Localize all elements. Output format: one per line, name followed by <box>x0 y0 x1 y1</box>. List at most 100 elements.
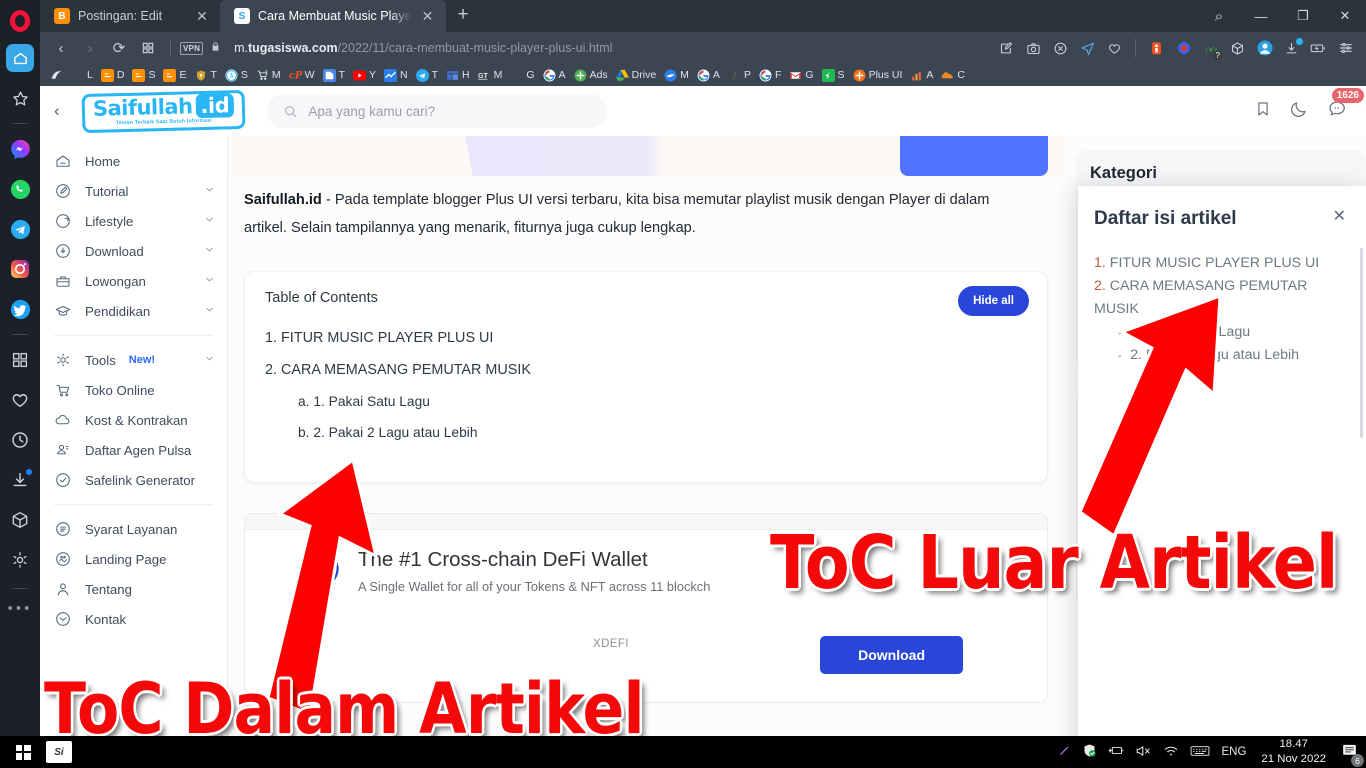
toc-card-item[interactable]: a. 1. Pakai Satu Lagu <box>298 394 1027 409</box>
address-bar[interactable]: m.tugasiswa.com/2022/11/cara-membuat-mus… <box>234 41 612 55</box>
sidebar-item-tools[interactable]: Tools New! <box>40 345 227 375</box>
tile-view-icon[interactable] <box>135 35 161 61</box>
toc-panel-item[interactable]: 1. FITUR MUSIC PLAYER PLUS UI <box>1094 252 1348 275</box>
volume-muted-icon[interactable] <box>1135 744 1152 761</box>
battery-saver-icon[interactable] <box>1306 36 1331 61</box>
close-icon[interactable]: ✕ <box>1333 206 1346 226</box>
pen-purple-icon[interactable] <box>1057 744 1071 761</box>
chevron-down-icon[interactable] <box>204 184 215 198</box>
sidebar-item-syarat-layanan[interactable]: Syarat Layanan <box>40 514 227 544</box>
hide-all-button[interactable]: Hide all <box>958 285 1029 316</box>
tab-cara-membuat-music-player[interactable]: S Cara Membuat Music Playe ✕ <box>220 0 446 32</box>
dock-item-favorites[interactable] <box>0 78 40 118</box>
ad-download-button[interactable]: Download <box>820 635 963 674</box>
close-window-button[interactable]: ✕ <box>1324 0 1366 32</box>
bookmark-item[interactable]: L <box>67 64 97 86</box>
dock-item-apps[interactable] <box>0 340 40 380</box>
wifi-icon[interactable] <box>1163 744 1179 761</box>
bookmark-item[interactable]: F <box>755 64 785 86</box>
minimize-button[interactable]: — <box>1240 0 1282 32</box>
dock-item-history[interactable] <box>0 420 40 460</box>
edit-page-icon[interactable] <box>994 36 1019 61</box>
toc-card-item[interactable]: b. 2. Pakai 2 Lagu atau Lebih <box>298 425 1027 440</box>
site-logo[interactable]: Saifullah .id Teman Terbaik Saat Butuh In… <box>81 89 246 133</box>
bookmark-item[interactable]: T <box>190 64 220 86</box>
dock-item-home[interactable] <box>0 38 40 78</box>
search-tabs-icon[interactable]: ⌕ <box>1198 0 1240 32</box>
notifications-icon[interactable]: 6 <box>1341 743 1364 767</box>
extension-record-icon[interactable] <box>1171 36 1196 61</box>
windows-security-icon[interactable] <box>1082 743 1097 761</box>
back-button[interactable]: ‹ <box>48 35 74 61</box>
profile-avatar-icon[interactable] <box>1252 36 1277 61</box>
sidebar-item-download[interactable]: Download <box>40 236 227 266</box>
chevron-down-icon[interactable] <box>204 304 215 318</box>
extension-download-help-icon[interactable]: ? <box>1198 36 1223 61</box>
bookmark-item[interactable]: Plus UI <box>849 64 907 86</box>
tab-postingan-edit[interactable]: B Postingan: Edit ✕ <box>40 0 220 32</box>
reload-button[interactable]: ⟳ <box>106 35 132 61</box>
bookmark-item[interactable]: S <box>818 64 849 86</box>
vpn-badge[interactable]: VPN <box>180 41 204 55</box>
sidebar-item-daftar-agen-pulsa[interactable]: Daftar Agen Pulsa <box>40 435 227 465</box>
bookmark-item[interactable]: P <box>724 64 755 86</box>
bookmark-item[interactable]: D <box>97 64 129 86</box>
sidebar-item-lowongan[interactable]: Lowongan <box>40 266 227 296</box>
sidebar-item-safelink-generator[interactable]: Safelink Generator <box>40 465 227 495</box>
more-dots-icon[interactable]: ••• <box>8 600 33 617</box>
bookmark-item[interactable]: T <box>412 64 442 86</box>
taskbar-item-saifullah[interactable]: Si <box>46 741 72 763</box>
dock-item-whatsapp[interactable] <box>0 169 40 209</box>
extension-orange-icon[interactable] <box>1144 36 1169 61</box>
dock-item-twitter[interactable] <box>0 289 40 329</box>
dock-item-messenger[interactable] <box>0 129 40 169</box>
bookmark-item[interactable]: S <box>128 64 159 86</box>
dock-item-telegram[interactable] <box>0 209 40 249</box>
heart-icon[interactable] <box>1102 36 1127 61</box>
sidebar-item-lifestyle[interactable]: Lifestyle <box>40 206 227 236</box>
sidebar-item-tentang[interactable]: Tentang <box>40 574 227 604</box>
bookmark-item[interactable]: A <box>693 64 724 86</box>
chevron-down-icon[interactable] <box>204 244 215 258</box>
dock-item-heart[interactable] <box>0 380 40 420</box>
toc-card-item[interactable]: 2. CARA MEMASANG PEMUTAR MUSIK <box>265 362 1027 378</box>
windows-start-icon[interactable] <box>0 736 46 768</box>
bookmark-icon[interactable] <box>1254 99 1272 124</box>
bookmark-item[interactable]: GT M <box>474 64 507 86</box>
extension-cube-icon[interactable] <box>1225 36 1250 61</box>
usb-battery-icon[interactable] <box>1108 744 1124 760</box>
dock-item-cube[interactable] <box>0 500 40 540</box>
toc-card-item[interactable]: 1. FITUR MUSIC PLAYER PLUS UI <box>265 330 1027 346</box>
keyboard-icon[interactable] <box>1190 744 1210 761</box>
bookmark-item[interactable]: N <box>380 64 412 86</box>
forward-button[interactable]: › <box>77 35 103 61</box>
taskbar-clock[interactable]: 18.47 21 Nov 2022 <box>1257 737 1330 766</box>
bookmark-item[interactable]: E <box>159 64 190 86</box>
dock-item-downloads[interactable] <box>0 460 40 500</box>
downloads-icon[interactable] <box>1279 36 1304 61</box>
sidebar-item-landing-page[interactable]: Landing Page <box>40 544 227 574</box>
bookmark-item[interactable]: S <box>221 64 252 86</box>
sidebar-collapse-chevron-icon[interactable]: ‹ <box>54 101 76 121</box>
chevron-down-icon[interactable] <box>204 353 215 367</box>
chevron-down-icon[interactable] <box>204 214 215 228</box>
toc-panel-scrollbar[interactable] <box>1360 248 1363 438</box>
bookmark-item[interactable]: M <box>660 64 693 86</box>
ad-block-icon[interactable] <box>1048 36 1073 61</box>
sidebar-item-kontak[interactable]: Kontak <box>40 604 227 634</box>
sidebar-item-tutorial[interactable]: Tutorial <box>40 176 227 206</box>
bookmark-item[interactable]: C <box>937 64 969 86</box>
close-icon[interactable]: ✕ <box>420 8 436 25</box>
sidebar-item-pendidikan[interactable]: Pendidikan <box>40 296 227 326</box>
sidebar-item-toko-online[interactable]: Toko Online <box>40 375 227 405</box>
close-icon[interactable]: ✕ <box>194 8 210 25</box>
search-input[interactable]: Apa yang kamu cari? <box>267 94 608 128</box>
bookmark-item[interactable]: Ads <box>570 64 612 86</box>
comments-icon[interactable]: 1626 <box>1327 88 1364 123</box>
bookmark-item[interactable]: A <box>539 64 570 86</box>
bookmark-item[interactable]: H <box>442 64 474 86</box>
bookmark-item[interactable]: T <box>319 64 349 86</box>
send-to-icon[interactable] <box>1075 36 1100 61</box>
sidebar-item-kost-kontrakan[interactable]: Kost & Kontrakan <box>40 405 227 435</box>
new-tab-button[interactable]: + <box>446 0 481 32</box>
